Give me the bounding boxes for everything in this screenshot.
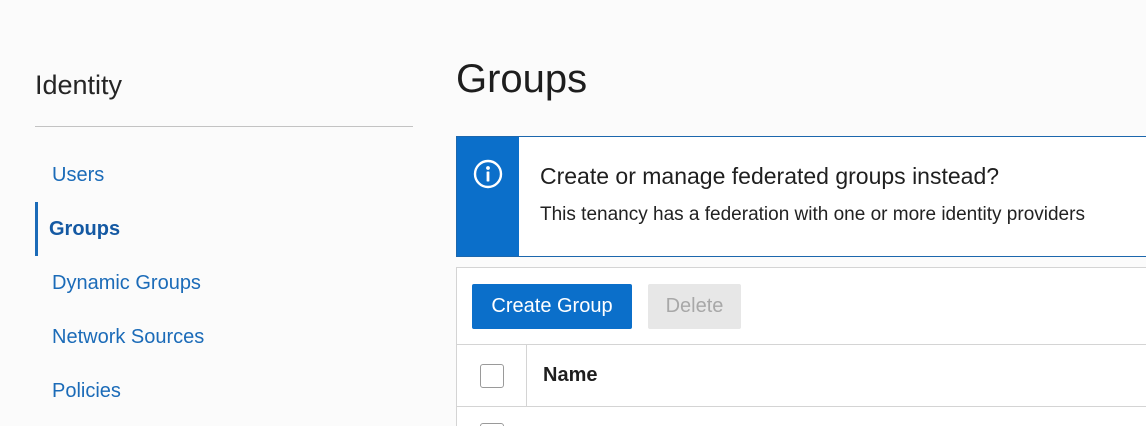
sidebar-item-policies[interactable]: Policies <box>35 364 413 418</box>
sidebar-item-users[interactable]: Users <box>35 148 413 202</box>
delete-button: Delete <box>648 284 741 329</box>
select-all-checkbox[interactable] <box>479 363 504 388</box>
page-title: Groups <box>456 57 588 101</box>
create-group-button[interactable]: Create Group <box>472 284 632 329</box>
page: Identity Users Groups Dynamic Groups Net… <box>0 0 1146 426</box>
banner-text: This tenancy has a federation with one o… <box>540 204 1085 225</box>
table-toolbar: Create Group Delete <box>457 268 1146 345</box>
banner-heading: Create or manage federated groups instea… <box>540 163 1000 189</box>
sidebar-divider <box>35 126 413 127</box>
sidebar-item-groups[interactable]: Groups <box>35 202 413 256</box>
column-header-name[interactable]: Name <box>527 345 597 406</box>
table-row <box>457 407 1146 426</box>
groups-table-panel: Create Group Delete Name <box>456 267 1146 426</box>
info-banner: Create or manage federated groups instea… <box>456 136 1146 257</box>
sidebar-item-network-sources[interactable]: Network Sources <box>35 310 413 364</box>
table-header: Name <box>457 345 1146 407</box>
sidebar-item-dynamic-groups[interactable]: Dynamic Groups <box>35 256 413 310</box>
info-banner-body: Create or manage federated groups instea… <box>519 137 1085 256</box>
info-icon-strip <box>457 137 519 256</box>
sidebar-nav: Users Groups Dynamic Groups Network Sour… <box>35 148 413 418</box>
select-all-cell <box>457 345 527 406</box>
sidebar-title: Identity <box>35 70 123 100</box>
info-icon <box>473 159 503 256</box>
